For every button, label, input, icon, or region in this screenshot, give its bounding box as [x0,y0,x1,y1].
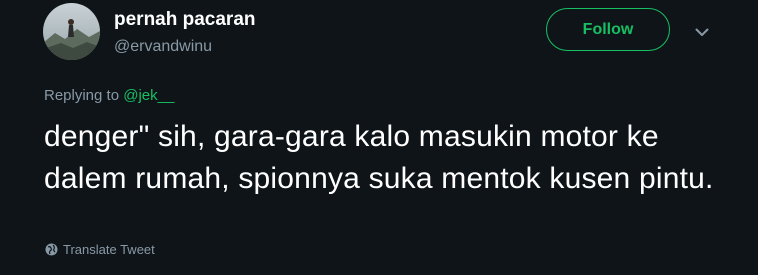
tweet-text: denger" sih, gara-gara kalo masukin moto… [44,120,714,195]
follow-button[interactable]: Follow [546,8,670,51]
reply-mention-link[interactable]: @jek__ [123,87,174,104]
chevron-down-icon[interactable] [692,24,712,40]
avatar-photo-icon [43,3,100,60]
globe-icon [45,243,58,256]
user-handle[interactable]: @ervandwinu [114,38,212,56]
reply-context: Replying to @jek__ [44,87,174,104]
reply-prefix: Replying to [44,87,124,104]
translate-tweet-link[interactable]: Translate Tweet [45,242,155,257]
tweet-card: pernah pacaran @ervandwinu Follow Replyi… [0,0,758,275]
avatar[interactable] [43,3,100,60]
translate-label: Translate Tweet [63,242,155,257]
display-name[interactable]: pernah pacaran [114,9,256,31]
